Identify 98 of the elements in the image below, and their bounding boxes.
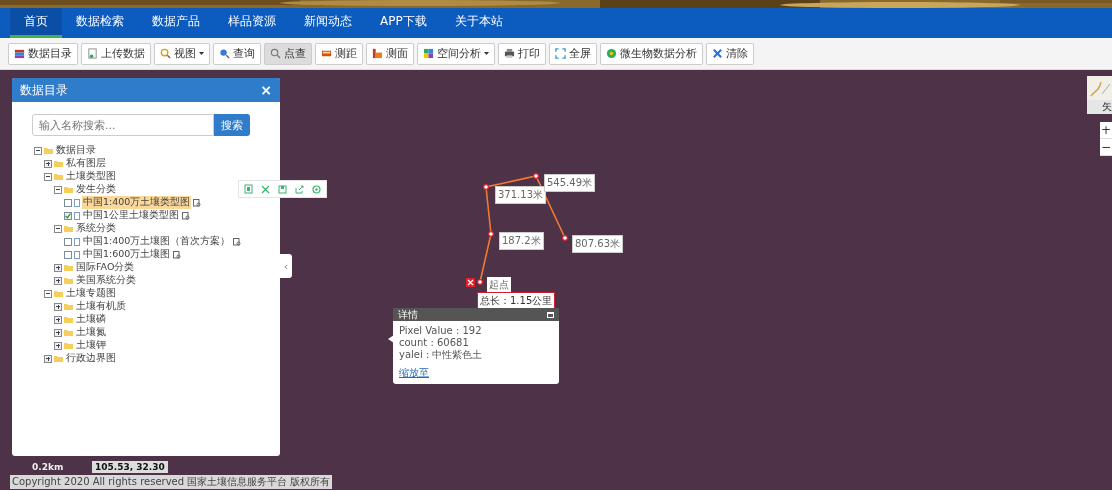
tree-item[interactable]: 土壤钾 — [75, 339, 107, 352]
tree-item[interactable]: 发生分类 — [75, 183, 117, 196]
expand-toggle[interactable] — [54, 263, 62, 272]
distance-label: 807.63米 — [572, 235, 623, 253]
collapse-handle[interactable]: ‹ — [280, 254, 292, 278]
layers-icon — [14, 48, 25, 59]
checkbox[interactable] — [64, 237, 72, 246]
toolbar-button[interactable]: 测面 — [366, 42, 414, 65]
tree-item[interactable]: 国际FAO分类 — [75, 261, 136, 274]
nav-link[interactable]: APP下载 — [366, 8, 441, 38]
coordinates-label: 105.53, 32.30 — [92, 461, 168, 473]
search-field[interactable]: 输入名称搜索... — [32, 114, 214, 136]
distance-label: 371.13米 — [495, 186, 546, 204]
popup-line: count : 60681 — [399, 337, 470, 349]
preview-icon[interactable] — [182, 211, 191, 220]
tree-item[interactable]: 行政边界图 — [65, 352, 117, 365]
toolbar-button[interactable]: 测距 — [315, 42, 363, 65]
close-button[interactable]: × — [260, 82, 272, 98]
toolbar-button[interactable]: 上传数据 — [81, 42, 151, 65]
tree-item[interactable]: 土壤有机质 — [75, 300, 127, 313]
popup-line: Pixel Value : 192 — [399, 325, 483, 337]
nav-link[interactable]: 样品资源 — [214, 8, 290, 38]
toolbar-button[interactable]: 数据目录 — [8, 42, 78, 65]
ruler-icon — [321, 48, 332, 59]
delete-icon[interactable] — [466, 278, 475, 287]
expand-toggle[interactable] — [44, 172, 52, 181]
magnifier-icon — [160, 48, 171, 59]
preview-icon[interactable] — [233, 237, 242, 246]
nav-link[interactable]: 首页 — [10, 8, 62, 38]
expand-toggle[interactable] — [54, 224, 62, 233]
area-chart-icon — [372, 48, 383, 59]
expand-toggle[interactable] — [54, 328, 62, 337]
toolbar-button[interactable]: 打印 — [498, 42, 546, 65]
copyright-text: Copyright 2020 All rights reserved 国家土壤信息服务平台 版权所有 — [10, 475, 333, 489]
panel-title: 数据目录 — [20, 81, 68, 99]
basemap-switcher[interactable]: 矢 — [1087, 76, 1112, 114]
nav-link[interactable]: 数据产品 — [138, 8, 214, 38]
export-icon[interactable] — [295, 184, 304, 194]
tree-item[interactable]: 中国1:400万土壤图（首次方案） — [82, 235, 232, 248]
expand-toggle[interactable] — [44, 289, 52, 298]
toolbar-button[interactable]: 视图 — [154, 42, 210, 65]
toolbar-button[interactable]: 查询 — [213, 42, 261, 65]
toolbar-button[interactable]: 全屏 — [549, 42, 597, 65]
expand-toggle[interactable] — [54, 315, 62, 324]
basemap-label: 矢 — [1102, 100, 1112, 114]
tree-item[interactable]: 数据目录 — [55, 144, 97, 157]
toolbar-button[interactable]: 点查 — [264, 42, 312, 65]
save-icon[interactable] — [278, 184, 287, 194]
zoom-to-link[interactable]: 缩放至 — [399, 366, 429, 380]
toolbar-button[interactable]: 清除 — [706, 42, 754, 65]
search-icon — [219, 48, 230, 59]
nav-link[interactable]: 关于本站 — [440, 8, 517, 38]
scale-label: 0.2km — [32, 462, 64, 472]
fullscreen-icon — [555, 48, 566, 59]
expand-toggle[interactable] — [44, 354, 52, 363]
map-thumbnail-icon — [1087, 76, 1112, 100]
distance-label: 187.2米 — [499, 232, 544, 250]
tree-item[interactable]: 土壤磷 — [75, 313, 107, 326]
magnifier-icon — [270, 48, 281, 59]
file-upload-icon — [87, 48, 98, 59]
preview-icon[interactable] — [173, 250, 182, 259]
expand-toggle[interactable] — [44, 159, 52, 168]
maximize-icon[interactable] — [547, 311, 554, 318]
nav-link[interactable]: 数据检索 — [62, 8, 138, 38]
popup-line: yalei : 中性紫色土 — [399, 349, 484, 361]
checkbox[interactable] — [64, 250, 72, 259]
tree-item[interactable]: 中国1公里土壤类型图 — [82, 209, 181, 222]
toolbar-button[interactable]: 空间分析 — [417, 42, 495, 65]
tree-item[interactable]: 系统分类 — [75, 222, 117, 235]
folder-icon — [64, 225, 73, 232]
tree-item[interactable]: 土壤专题图 — [65, 287, 117, 300]
toolbar-button[interactable]: 微生物数据分析 — [600, 42, 703, 65]
color-grid-icon — [423, 48, 434, 59]
expand-toggle[interactable] — [54, 341, 62, 350]
start-label: 起点 — [487, 277, 511, 293]
expand-toggle[interactable] — [54, 185, 62, 194]
settings-icon[interactable] — [312, 184, 321, 194]
nav-link[interactable]: 新闻动态 — [290, 8, 366, 38]
printer-icon — [504, 48, 515, 59]
tree-item[interactable]: 土壤氮 — [75, 326, 107, 339]
checkbox[interactable] — [64, 198, 72, 207]
tree-item[interactable]: 私有图层 — [65, 157, 107, 170]
search-button[interactable]: 搜索 — [214, 114, 250, 136]
circle-icon — [606, 48, 617, 59]
distance-label: 545.49米 — [544, 174, 595, 192]
tree-item[interactable]: 中国1:600万土壤图 — [82, 248, 172, 261]
expand-toggle[interactable] — [54, 276, 62, 285]
fullscreen-icon[interactable] — [261, 184, 270, 194]
tree-item[interactable]: 美国系统分类 — [75, 274, 137, 287]
preview-icon[interactable] — [193, 198, 202, 207]
page-icon[interactable] — [244, 184, 253, 194]
close-icon — [712, 48, 723, 59]
popup-title: 详情 — [398, 307, 418, 322]
checkbox[interactable] — [64, 211, 72, 220]
expand-toggle[interactable] — [54, 302, 62, 311]
tree-item[interactable]: 中国1:400万土壤类型图 — [82, 196, 192, 209]
expand-toggle[interactable] — [34, 146, 42, 155]
tree-item[interactable]: 土壤类型图 — [65, 170, 117, 183]
